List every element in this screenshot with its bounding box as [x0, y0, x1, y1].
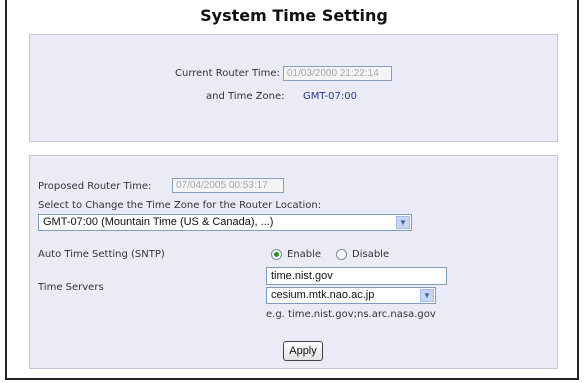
radio-unchecked-icon[interactable] — [336, 249, 347, 260]
time-zone-label: and Time Zone: — [206, 91, 285, 102]
enable-option-label[interactable]: Enable — [287, 249, 321, 260]
proposed-router-time-label: Proposed Router Time: — [38, 181, 152, 192]
time-servers-label: Time Servers — [38, 282, 104, 293]
time-server-select[interactable]: cesium.mtk.nao.ac.jp ▼ — [266, 287, 436, 304]
chevron-down-icon[interactable]: ▼ — [420, 289, 434, 302]
sntp-label: Auto Time Setting (SNTP) — [38, 249, 165, 260]
page-title: System Time Setting — [200, 6, 388, 25]
apply-button[interactable]: Apply — [283, 341, 323, 361]
current-router-time-label: Current Router Time: — [175, 68, 280, 79]
radio-checked-icon[interactable] — [271, 249, 282, 260]
time-zone-select[interactable]: GMT-07:00 (Mountain Time (US & Canada), … — [38, 214, 412, 231]
current-router-time-field: 01/03/2000 21:22:14 — [283, 66, 392, 81]
time-server-input[interactable]: time.nist.gov — [266, 267, 447, 285]
time-zone-select-label: Select to Change the Time Zone for the R… — [38, 200, 322, 211]
time-settings-panel: Proposed Router Time: 07/04/2005 00:53:1… — [29, 155, 558, 369]
disable-option-label[interactable]: Disable — [352, 249, 389, 260]
current-time-panel: Current Router Time: 01/03/2000 21:22:14… — [29, 34, 558, 142]
time-server-select-value: cesium.mtk.nao.ac.jp — [271, 289, 375, 301]
time-zone-select-value: GMT-07:00 (Mountain Time (US & Canada), … — [43, 216, 274, 228]
chevron-down-icon[interactable]: ▼ — [396, 216, 410, 229]
time-zone-value: GMT-07:00 — [303, 91, 357, 102]
proposed-router-time-field: 07/04/2005 00:53:17 — [172, 178, 284, 193]
time-server-example: e.g. time.nist.gov;ns.arc.nasa.gov — [266, 309, 436, 320]
